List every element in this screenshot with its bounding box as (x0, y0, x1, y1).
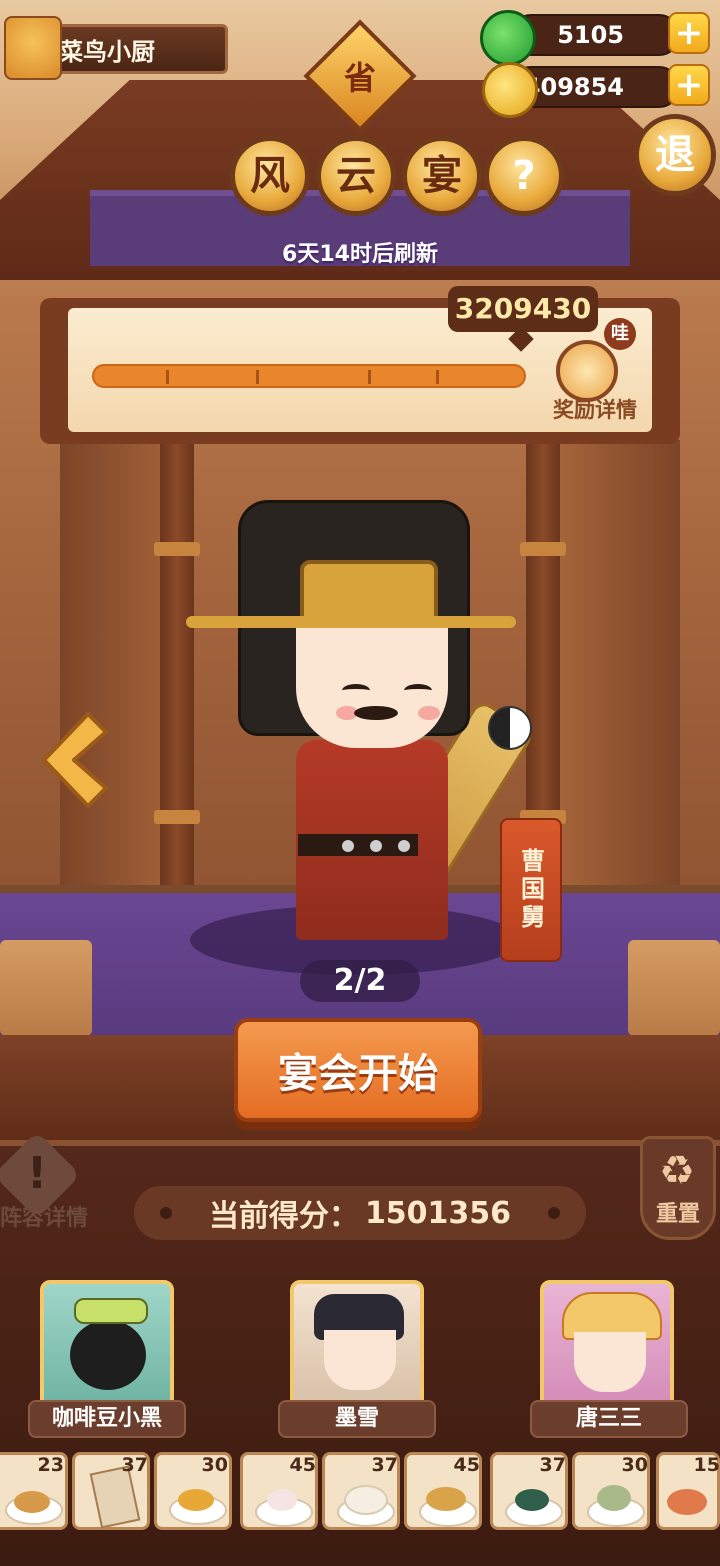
title-char-1: 风 (230, 136, 310, 216)
left-pillar (160, 430, 194, 900)
dish-count: 37 (121, 1454, 148, 1476)
start-banquet-button[interactable]: 宴会开始 (234, 1018, 482, 1122)
chef-name-3: 唐三三 (530, 1400, 688, 1438)
character-mustache (354, 706, 398, 720)
add-coins-button[interactable]: + (668, 64, 710, 106)
character-page-indicator: 2/2 (300, 960, 420, 1002)
taiji-icon (488, 706, 532, 750)
previous-character-arrow-icon[interactable] (40, 710, 110, 810)
current-score-value: 1501356 (364, 1195, 512, 1231)
pillar-band (154, 810, 200, 824)
dish-count: 23 (37, 1454, 64, 1476)
dish-food-icon (426, 1487, 466, 1511)
character-eye (342, 684, 370, 697)
lineup-details-button[interactable]: 阵容详情 (0, 1200, 96, 1234)
current-score-label: 当前得分： (208, 1199, 359, 1234)
reward-chest-icon[interactable] (556, 340, 618, 402)
current-score-bar: 当前得分： 1501356 (134, 1186, 586, 1240)
chef-card-3[interactable] (540, 1280, 674, 1410)
dish-count: 37 (371, 1454, 398, 1476)
coin-icon (482, 62, 538, 118)
dish-food-icon (267, 1489, 297, 1511)
title-char-2: 云 (316, 136, 396, 216)
belt-stud (370, 840, 382, 852)
character-eye (404, 684, 432, 697)
dish-count: 30 (201, 1454, 228, 1476)
dish-food-icon (14, 1491, 50, 1513)
chef-portrait (574, 1332, 646, 1392)
exclamation-icon: ! (26, 1148, 48, 1199)
player-avatar-icon[interactable] (4, 16, 62, 80)
recycle-icon: ♻ (659, 1148, 695, 1194)
chef-face (324, 1330, 396, 1390)
reset-label: 重置 (655, 1202, 700, 1227)
dish-count: 45 (289, 1454, 316, 1476)
dish-food-icon (597, 1485, 631, 1511)
reward-badge: 哇 (604, 318, 636, 350)
scorebar-dot (548, 1207, 560, 1219)
dish-food-icon (515, 1489, 549, 1511)
chef-portrait (70, 1320, 146, 1390)
belt-stud (342, 840, 354, 852)
stage-post-left (0, 940, 92, 1036)
jade-icon (480, 10, 536, 66)
progress-milestone (436, 370, 439, 384)
right-curtain (560, 440, 680, 900)
progress-milestone (166, 370, 169, 384)
pillar-band (154, 542, 200, 556)
target-score: 3209430 (448, 286, 598, 332)
dish-count: 37 (539, 1454, 566, 1476)
scorebar-dot (160, 1207, 172, 1219)
score-progress-bar (92, 364, 526, 388)
reward-details-button[interactable]: 奖励详情 (540, 394, 650, 424)
character-cheek (418, 706, 440, 720)
hat-pin (186, 616, 516, 628)
pillar-band (520, 542, 566, 556)
exit-button[interactable]: 退 (634, 114, 716, 196)
help-button[interactable]: ? (484, 136, 564, 216)
dish-count: 30 (621, 1454, 648, 1476)
chef-card-1[interactable] (40, 1280, 174, 1410)
chef-card-2[interactable] (290, 1280, 424, 1410)
province-badge-label: 省 (343, 59, 376, 97)
goggles-icon (74, 1298, 148, 1324)
dish-food-icon (344, 1485, 388, 1515)
character-name-banner: 曹国舅 (500, 818, 562, 962)
dish-count: 45 (453, 1454, 480, 1476)
belt-stud (398, 840, 410, 852)
dish-food-icon (667, 1489, 707, 1515)
progress-milestone (256, 370, 259, 384)
jade-value: 5105 (557, 21, 624, 49)
progress-milestone (368, 370, 371, 384)
chef-name-2: 墨雪 (278, 1400, 436, 1438)
stage-post-right (628, 940, 720, 1036)
title-char-3: 宴 (402, 136, 482, 216)
dish-count: 15 (693, 1454, 720, 1476)
add-jade-button[interactable]: + (668, 12, 710, 54)
chef-name-1: 咖啡豆小黑 (28, 1400, 186, 1438)
refresh-timer: 6天14时后刷新 (282, 242, 438, 267)
dish-food-icon (178, 1489, 214, 1511)
